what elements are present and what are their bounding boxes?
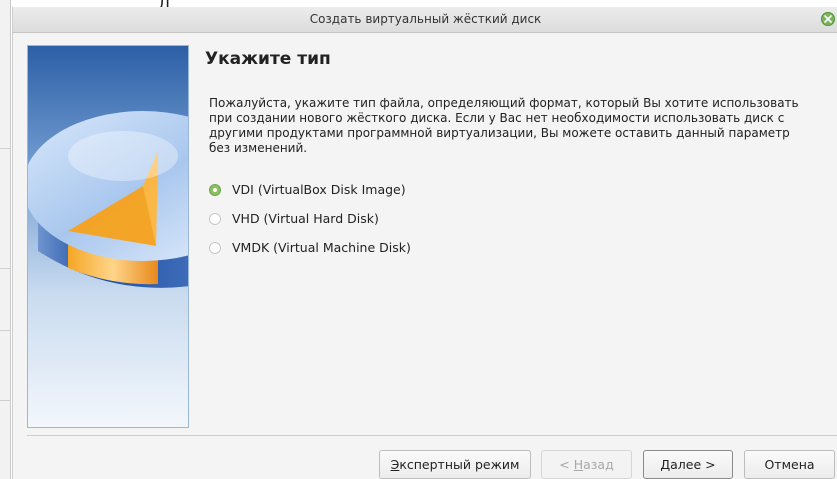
create-virtual-disk-dialog: Создать виртуальный жёсткий диск Укажите… [12, 7, 837, 479]
next-button[interactable]: Далее > [643, 450, 733, 479]
background-window-edge [0, 0, 11, 479]
radio-button[interactable] [209, 212, 221, 225]
back-button[interactable]: < Назад [541, 450, 632, 479]
close-button[interactable] [821, 12, 835, 26]
radio-button[interactable] [209, 241, 221, 254]
background-divider [0, 400, 10, 401]
wizard-disk-illustration [27, 45, 189, 428]
dialog-title: Создать виртуальный жёсткий диск [309, 12, 542, 26]
mnemonic-letter: Д [660, 457, 671, 472]
mnemonic-letter: Э [390, 457, 400, 472]
radio-label: VDI (VirtualBox Disk Image) [232, 182, 406, 197]
button-separator [27, 435, 837, 436]
mnemonic-letter: Н [573, 457, 584, 472]
background-divider [0, 330, 10, 331]
button-label: кспертный режим [399, 457, 520, 472]
button-label-prefix: < [559, 457, 574, 472]
radio-option-vhd[interactable]: VHD (Virtual Hard Disk) [209, 204, 411, 233]
expert-mode-button[interactable]: Экспертный режим [379, 450, 531, 479]
radio-label: VHD (Virtual Hard Disk) [232, 211, 379, 226]
close-icon [824, 15, 832, 23]
page-title: Укажите тип [205, 49, 331, 69]
radio-label: VMDK (Virtual Machine Disk) [232, 240, 411, 255]
screen: Д Создать виртуальный жёсткий диск [0, 0, 837, 479]
radio-button-checked[interactable] [209, 183, 221, 196]
radio-option-vdi[interactable]: VDI (VirtualBox Disk Image) [209, 175, 411, 204]
disk-type-radio-group: VDI (VirtualBox Disk Image) VHD (Virtual… [209, 175, 411, 262]
button-label: азад [583, 457, 614, 472]
dialog-titlebar[interactable]: Создать виртуальный жёсткий диск [13, 7, 837, 33]
background-divider [0, 268, 10, 269]
cancel-button[interactable]: Отмена [744, 450, 835, 479]
background-divider [0, 148, 10, 149]
button-label: Отмена [764, 457, 815, 472]
page-description: Пожалуйста, укажите тип файла, определяю… [209, 96, 799, 155]
radio-option-vmdk[interactable]: VMDK (Virtual Machine Disk) [209, 233, 411, 262]
button-label: алее > [670, 457, 716, 472]
